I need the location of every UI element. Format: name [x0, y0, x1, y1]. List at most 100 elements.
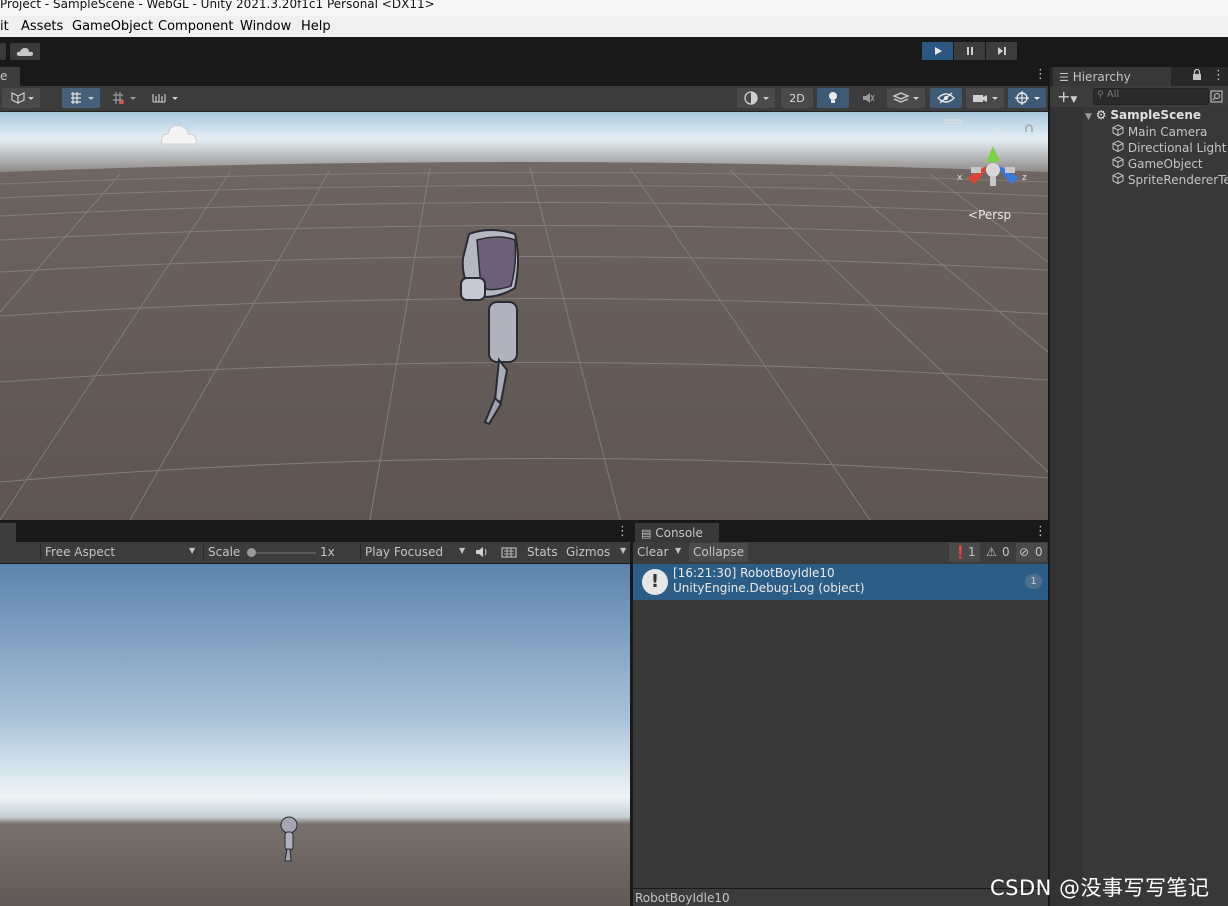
tab-console[interactable]: ▤ Console — [635, 523, 719, 542]
lock-icon[interactable] — [1192, 68, 1202, 84]
search-by-type-icon[interactable] — [1210, 88, 1223, 107]
hierarchy-item-label: GameObject — [1127, 157, 1203, 171]
step-button[interactable] — [986, 42, 1017, 60]
log-message: [16:21:30] RobotBoyIdle10 UnityEngine.De… — [673, 566, 865, 596]
watermark: CSDN @没事写写笔记 — [990, 876, 1210, 900]
camera-settings-dropdown[interactable] — [966, 88, 1004, 108]
error-filter-toggle[interactable]: ⊘ 0 — [1016, 543, 1047, 562]
projection-toggle[interactable]: <Persp — [968, 208, 1011, 222]
account-button[interactable] — [0, 43, 6, 60]
hierarchy-more-menu-icon[interactable]: ⋮ — [1212, 69, 1225, 82]
increment-snap-toggle[interactable] — [104, 88, 142, 108]
chevron-down-icon[interactable]: ▼ — [620, 546, 626, 555]
clear-options-dropdown-icon[interactable]: ▼ — [675, 546, 681, 555]
speaker-icon — [476, 547, 487, 557]
console-log-entry[interactable]: ! [16:21:30] RobotBoyIdle10 UnityEngine.… — [633, 564, 1048, 600]
scene-visibility-toggle[interactable] — [930, 88, 962, 108]
hierarchy-search-placeholder: All — [1106, 89, 1120, 100]
hierarchy-item-main-camera[interactable]: Main Camera — [1112, 124, 1207, 139]
scene-tab-bar — [0, 67, 1048, 86]
console-tab-label: Console — [655, 526, 703, 540]
warning-icon: ⚠ — [986, 545, 997, 559]
hierarchy-item-label: SpriteRendererTe — [1127, 173, 1228, 187]
tab-hierarchy[interactable]: ☰ Hierarchy — [1053, 67, 1171, 86]
hierarchy-scene-row[interactable]: ▼ ⚙ SampleScene — [1085, 108, 1201, 122]
draw-mode-dropdown[interactable] — [2, 88, 40, 108]
play-mode-dropdown[interactable]: Play Focused ▼ — [360, 544, 471, 561]
keyboard-icon — [501, 547, 517, 558]
stats-button[interactable]: Stats — [527, 545, 558, 559]
light-bulb-icon — [829, 92, 837, 103]
keyboard-shortcuts-toggle[interactable] — [500, 545, 518, 562]
gizmos-dropdown[interactable] — [1008, 88, 1046, 108]
game-more-menu-icon[interactable]: ⋮ — [616, 525, 629, 538]
warning-filter-toggle[interactable]: ⚠ 0 — [983, 543, 1014, 562]
scene-view[interactable]: y x z <Persp — [0, 112, 1048, 520]
scale-slider-track[interactable] — [250, 552, 316, 554]
lighting-toggle[interactable] — [817, 88, 849, 108]
clear-button[interactable]: Clear — [637, 545, 668, 559]
game-tab-bar — [0, 522, 630, 541]
hierarchy-item-spriterenderer[interactable]: SpriteRendererTe — [1112, 172, 1228, 187]
log-message-line2: UnityEngine.Debug:Log (object) — [673, 581, 865, 595]
gameobject-cube-icon — [1112, 124, 1124, 139]
window-title: Project - SampleScene - WebGL - Unity 20… — [0, 0, 435, 11]
mode-2d-label: 2D — [789, 91, 805, 105]
game-view[interactable] — [0, 564, 630, 906]
log-count-badge: 1 — [1025, 574, 1042, 589]
cloud-icon — [16, 47, 33, 56]
hierarchy-tab-label: Hierarchy — [1072, 70, 1131, 84]
menu-gameobject[interactable]: GameObject — [72, 19, 153, 34]
log-count: 1 — [968, 545, 976, 559]
scale-label: Scale — [208, 545, 241, 559]
menu-help[interactable]: Help — [301, 19, 331, 34]
menu-component[interactable]: Component — [158, 19, 233, 34]
mode-2d-toggle[interactable]: 2D — [781, 88, 813, 108]
mute-audio-toggle[interactable] — [474, 545, 490, 562]
create-add-button[interactable]: +▼ — [1057, 87, 1077, 106]
gizmo-y-label: y — [991, 127, 997, 137]
hierarchy-item-gameobject[interactable]: GameObject — [1112, 156, 1203, 171]
gizmo-x-label: x — [957, 173, 963, 183]
hidden-eye-icon — [937, 92, 955, 104]
grid-snap-toggle[interactable] — [62, 88, 100, 108]
tab-scene[interactable]: e — [0, 67, 20, 86]
gizmo-z-label: z — [1022, 173, 1027, 183]
menu-edit[interactable]: it — [0, 19, 9, 34]
log-filter-toggle[interactable]: ❗ 1 — [949, 543, 980, 562]
window-title-bar: Project - SampleScene - WebGL - Unity 20… — [0, 0, 1228, 16]
aspect-label: Free Aspect — [45, 545, 116, 559]
menu-assets[interactable]: Assets — [21, 19, 63, 34]
scale-slider-handle[interactable] — [247, 548, 256, 557]
step-icon — [997, 47, 1006, 55]
main-toolbar — [0, 37, 1228, 67]
effects-dropdown[interactable] — [887, 88, 925, 108]
game-viewport — [0, 564, 630, 906]
tab-game[interactable] — [0, 523, 16, 542]
play-button[interactable] — [922, 42, 953, 60]
console-more-menu-icon[interactable]: ⋮ — [1034, 525, 1047, 538]
log-message-line1: [16:21:30] RobotBoyIdle10 — [673, 566, 835, 580]
hierarchy-item-directional-light[interactable]: Directional Light — [1112, 140, 1227, 155]
console-status-bar: RobotBoyIdle10 — [633, 889, 1048, 906]
projection-label: Persp — [978, 208, 1012, 222]
shading-mode-dropdown[interactable] — [737, 88, 775, 108]
gizmos-button[interactable]: Gizmos — [566, 545, 610, 559]
list-icon: ☰ — [1059, 71, 1069, 84]
audio-toggle[interactable] — [853, 88, 883, 108]
aspect-dropdown[interactable]: Free Aspect ▼ — [40, 544, 201, 561]
ruler-toggle[interactable] — [146, 88, 184, 108]
plus-icon: + — [1057, 87, 1071, 106]
menu-window[interactable]: Window — [240, 19, 291, 34]
scene-more-menu-icon[interactable]: ⋮ — [1034, 68, 1047, 81]
error-count: 0 — [1035, 545, 1043, 559]
hierarchy-scene-name: SampleScene — [1110, 108, 1202, 122]
layers-icon — [892, 92, 919, 103]
cloud-button[interactable] — [10, 43, 40, 60]
ruler-icon — [152, 94, 178, 103]
scene-tab-label: e — [0, 69, 8, 83]
pause-button[interactable] — [954, 42, 985, 60]
collapse-toggle[interactable]: Collapse — [689, 543, 748, 562]
hierarchy-search-input[interactable]: ⚲ All — [1093, 88, 1209, 105]
chevron-down-icon: ▼ — [189, 546, 196, 555]
